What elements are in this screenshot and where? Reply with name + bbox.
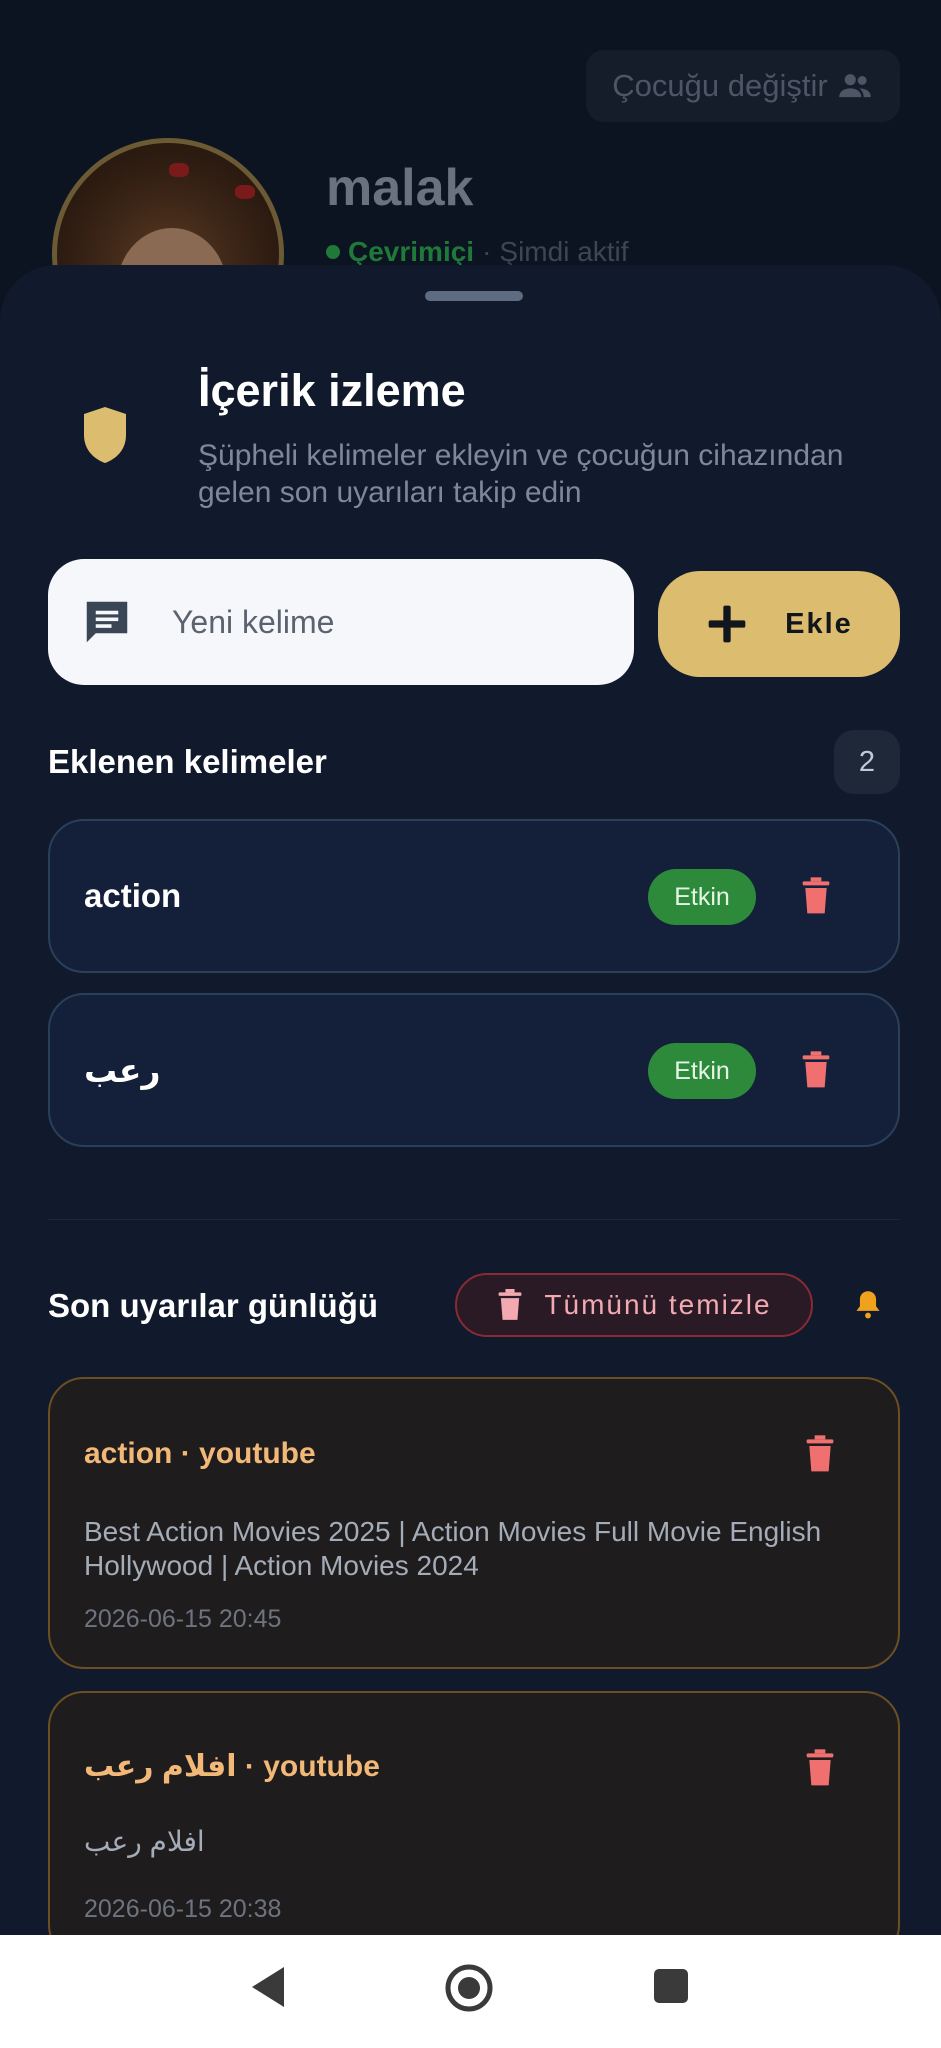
alert-text: افلام رعب bbox=[84, 1826, 205, 1857]
alert-header: افلام رعب · youtube bbox=[84, 1749, 380, 1784]
status-separator: · bbox=[482, 236, 492, 267]
add-word-button[interactable]: Ekle bbox=[658, 571, 900, 677]
alert-card: افلام رعب · youtube افلام رعب 2026-06-15… bbox=[48, 1691, 900, 1935]
switch-child-label: Çocuğu değiştir bbox=[612, 68, 828, 103]
alert-source: youtube bbox=[199, 1437, 316, 1470]
child-header: Çocuğu değiştir malak Çevrimiçi · Şimdi … bbox=[0, 0, 941, 370]
alert-header: action · youtube bbox=[84, 1437, 316, 1471]
add-word-label: Ekle bbox=[785, 607, 853, 640]
word-status-toggle[interactable]: Etkin bbox=[648, 869, 756, 925]
message-icon bbox=[86, 601, 128, 643]
alerts-log-title: Son uyarılar günlüğü bbox=[48, 1287, 379, 1324]
alert-separator: · bbox=[236, 1750, 264, 1783]
new-word-input[interactable] bbox=[172, 603, 592, 641]
system-nav-bar bbox=[0, 1935, 941, 2048]
people-icon bbox=[838, 74, 871, 98]
page-title: İçerik izleme bbox=[198, 365, 466, 416]
home-icon[interactable] bbox=[444, 1963, 494, 2013]
word-status-toggle[interactable]: Etkin bbox=[648, 1043, 756, 1099]
new-word-field[interactable] bbox=[48, 559, 634, 685]
alert-timestamp: 2026-06-15 20:38 bbox=[84, 1895, 282, 1923]
recents-icon[interactable] bbox=[652, 1967, 690, 2005]
switch-child-button[interactable]: Çocuğu değiştir bbox=[586, 50, 900, 122]
content-monitoring-sheet: İçerik izleme Şüpheli kelimeler ekleyin … bbox=[0, 265, 941, 1935]
word-card: رعب Etkin bbox=[48, 993, 900, 1147]
status-active: Şimdi aktif bbox=[499, 236, 629, 267]
delete-word-icon[interactable] bbox=[800, 1051, 832, 1089]
delete-word-icon[interactable] bbox=[800, 877, 832, 915]
alert-timestamp: 2026-06-15 20:45 bbox=[84, 1605, 282, 1633]
trash-icon bbox=[498, 1289, 522, 1320]
clear-all-button[interactable]: Tümünü temizle bbox=[455, 1273, 813, 1337]
status-online: Çevrimiçi bbox=[348, 236, 475, 267]
plus-icon bbox=[708, 605, 746, 643]
alert-text: Best Action Movies 2025 | Action Movies … bbox=[84, 1516, 822, 1581]
alert-card: action · youtube Best Action Movies 2025… bbox=[48, 1377, 900, 1669]
status-row: Çevrimiçi · Şimdi aktif bbox=[326, 236, 629, 268]
sheet-drag-handle[interactable] bbox=[425, 291, 523, 301]
page-subtitle: Şüpheli kelimeler ekleyin ve çocuğun cih… bbox=[198, 439, 844, 509]
word-count-badge: 2 bbox=[834, 730, 900, 794]
alert-keyword: action bbox=[84, 1437, 173, 1470]
section-divider bbox=[48, 1219, 900, 1220]
alert-separator: · bbox=[172, 1437, 200, 1470]
word-text: action bbox=[84, 877, 182, 914]
word-text: رعب bbox=[84, 1052, 161, 1089]
added-words-title: Eklenen kelimeler bbox=[48, 743, 327, 780]
bell-alert-icon bbox=[856, 1291, 880, 1319]
delete-alert-icon[interactable] bbox=[804, 1749, 836, 1787]
shield-icon bbox=[84, 407, 126, 463]
child-name: malak bbox=[326, 159, 474, 217]
alert-keyword: افلام رعب bbox=[84, 1750, 237, 1783]
word-card: action Etkin bbox=[48, 819, 900, 973]
online-dot-icon bbox=[326, 245, 340, 259]
clear-all-label: Tümünü temizle bbox=[544, 1289, 772, 1320]
alert-source: youtube bbox=[263, 1750, 380, 1783]
delete-alert-icon[interactable] bbox=[804, 1435, 836, 1473]
back-icon[interactable] bbox=[248, 1963, 288, 2011]
